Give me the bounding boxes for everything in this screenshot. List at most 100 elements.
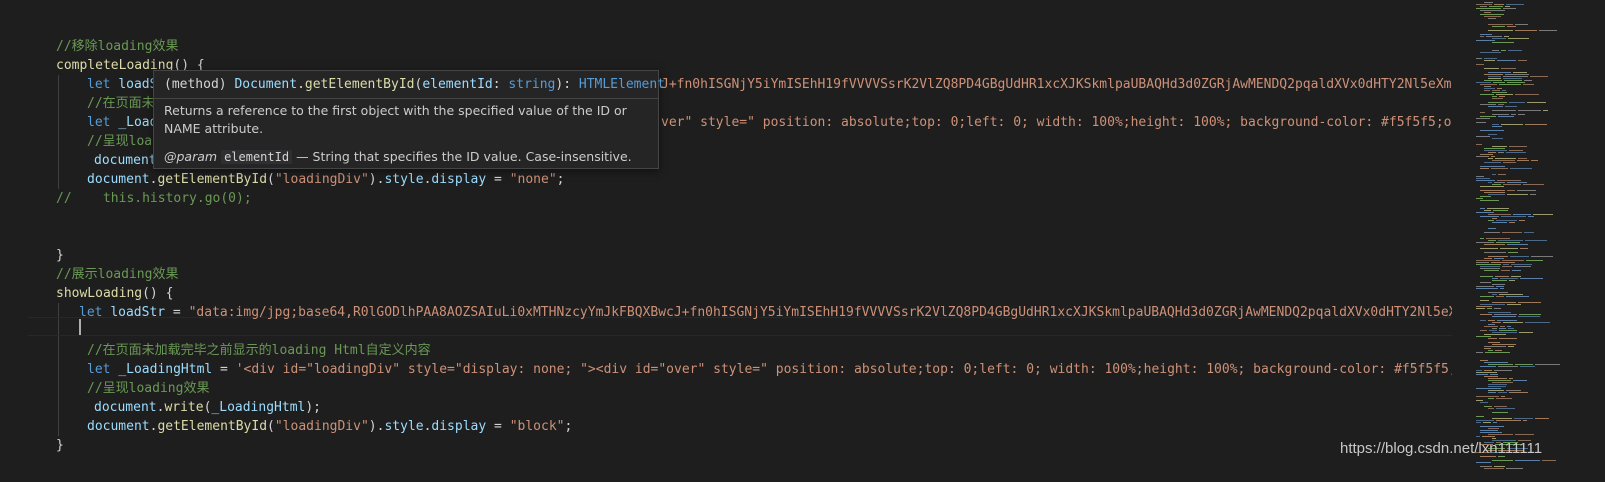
minimap-line	[1506, 4, 1524, 5]
code-line[interactable]: //在页面未加载完毕之前显示的loading Html自定义内容	[87, 341, 1480, 360]
minimap-line	[1508, 38, 1529, 39]
minimap-line	[1476, 82, 1491, 83]
minimap-line	[1520, 248, 1528, 249]
minimap-line	[1480, 320, 1486, 321]
code-line[interactable]: //展示loading效果	[56, 265, 1480, 284]
code-line[interactable]	[56, 465, 1480, 482]
minimap-line	[1488, 386, 1506, 387]
minimap-line	[1494, 308, 1501, 309]
code-line[interactable]: // this.history.go(0);	[56, 189, 1480, 208]
minimap-line	[1527, 102, 1546, 103]
minimap-line	[1539, 30, 1557, 31]
code-line[interactable]: }	[56, 436, 1480, 455]
minimap-line	[1501, 216, 1526, 217]
minimap-line	[1492, 418, 1512, 419]
code-line[interactable]: //呈现loading效果	[87, 379, 1480, 398]
line-gutter[interactable]	[0, 0, 28, 482]
minimap-line	[1518, 302, 1541, 303]
code-token: display	[431, 419, 487, 434]
minimap-line	[1488, 398, 1494, 399]
minimap-line	[1504, 80, 1522, 81]
code-line[interactable]: document.getElementById("loadingDiv").st…	[87, 417, 1480, 436]
code-line[interactable]: J+fn0hISGNjY5iYmISEhH19fVVVVSsrK2VlZQ8PD…	[661, 75, 1480, 94]
minimap-line	[1484, 232, 1500, 233]
minimap-line	[1488, 182, 1492, 183]
minimap-line	[1488, 240, 1496, 241]
minimap-line	[1498, 174, 1506, 175]
minimap-line	[1498, 366, 1518, 367]
minimap-line	[1502, 260, 1524, 261]
code-token: '<div id="loadingDiv" style="display: no…	[235, 362, 1480, 377]
minimap-line	[1509, 102, 1525, 103]
minimap-line	[1480, 154, 1493, 155]
minimap-line	[1480, 116, 1496, 117]
minimap-line	[1484, 334, 1506, 335]
minimap-line	[1484, 346, 1506, 347]
minimap-line	[1492, 278, 1498, 279]
minimap-line	[1508, 328, 1514, 329]
code-token: let	[87, 362, 119, 377]
code-token: }	[56, 438, 64, 453]
minimap-line	[1488, 134, 1497, 135]
minimap-line	[1491, 262, 1515, 263]
minimap-line	[1476, 374, 1488, 375]
code-line[interactable]: let loadStr = "data:img/jpg;base64,R0lGO…	[79, 303, 1480, 322]
minimap-line	[1523, 84, 1534, 85]
minimap-line	[1492, 26, 1505, 27]
minimap-line	[1506, 296, 1529, 297]
code-line[interactable]: showLoading() {	[56, 284, 1480, 303]
minimap-line	[1484, 348, 1491, 349]
code-line[interactable]: }	[56, 246, 1480, 265]
minimap-line	[1480, 10, 1505, 11]
minimap-line	[1503, 76, 1528, 77]
minimap-line	[1480, 266, 1500, 267]
minimap-line	[1488, 434, 1513, 435]
minimap-line	[1476, 176, 1484, 177]
minimap-line	[1497, 88, 1502, 89]
minimap-line	[1510, 168, 1532, 169]
minimap-line	[1480, 432, 1502, 433]
minimap-line	[1492, 110, 1516, 111]
code-line[interactable]: let _LoadingHtml = '<div id="loadingDiv"…	[87, 360, 1480, 379]
minimap-line	[1488, 312, 1511, 313]
minimap-line	[1533, 214, 1553, 215]
minimap-line	[1496, 94, 1513, 95]
minimap-line	[1524, 80, 1532, 81]
code-token: getElementById	[157, 419, 268, 434]
code-line[interactable]: document.getElementById("loadingDiv").st…	[87, 170, 1480, 189]
code-token: }	[56, 248, 64, 263]
minimap-line	[1488, 194, 1505, 195]
code-line[interactable]: //移除loading效果	[56, 37, 1480, 56]
minimap-line	[1480, 166, 1505, 167]
code-token: _LoadingHtml	[211, 400, 306, 415]
code-token: =	[486, 172, 510, 187]
minimap-line	[1480, 238, 1484, 239]
minimap-line	[1505, 74, 1529, 75]
minimap-line	[1515, 364, 1533, 365]
minimap-line	[1492, 382, 1513, 383]
minimap-line	[1494, 406, 1507, 407]
minimap-line	[1476, 40, 1495, 41]
minimap-line	[1480, 34, 1492, 35]
minimap-line	[1514, 418, 1533, 419]
code-token: //呈现loading效果	[87, 381, 210, 396]
minimap-line	[1492, 280, 1507, 281]
minimap-line	[1503, 8, 1516, 9]
minimap-line	[1508, 252, 1518, 253]
minimap-line	[1476, 308, 1485, 309]
minimap-line	[1509, 378, 1513, 379]
minimap-line	[1494, 370, 1512, 371]
minimap-line	[1518, 158, 1527, 159]
minimap-line	[1525, 322, 1550, 323]
hover-param: @param elementId — String that specifies…	[164, 148, 632, 166]
code-line[interactable]: document.write(_LoadingHtml);	[94, 398, 1480, 417]
minimap[interactable]	[1452, 0, 1605, 482]
minimap-line	[1515, 30, 1537, 31]
minimap-line	[1484, 90, 1490, 91]
minimap-line	[1504, 36, 1509, 37]
code-line[interactable]: ver" style=" position: absolute;top: 0;l…	[661, 113, 1480, 132]
minimap-line	[1476, 352, 1483, 353]
code-token: =	[212, 362, 236, 377]
minimap-line	[1498, 392, 1507, 393]
minimap-line	[1503, 78, 1522, 79]
